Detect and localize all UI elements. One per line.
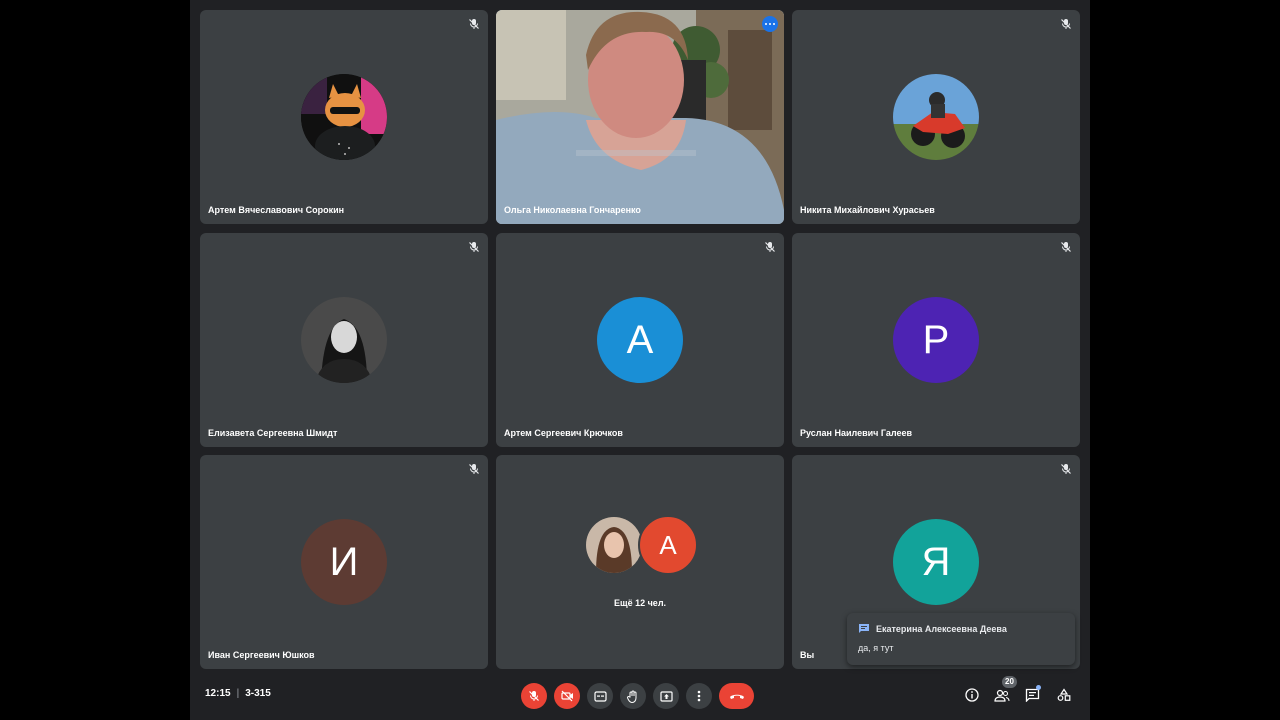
- participant-tile-speaking[interactable]: Ольга Николаевна Гончаренко: [496, 10, 784, 224]
- meeting-info: 12:15 | 3-315: [205, 688, 271, 699]
- mic-off-icon: [469, 242, 479, 252]
- end-call-icon: [729, 694, 744, 699]
- camera-off-icon: [560, 690, 573, 702]
- participant-tile[interactable]: А Артем Сергеевич Крючков: [496, 233, 784, 447]
- more-vert-icon: [697, 690, 701, 702]
- avatar-initial: А: [597, 297, 683, 383]
- participant-tile[interactable]: Елизавета Сергеевна Шмидт: [200, 233, 488, 447]
- avatar-initial: И: [301, 519, 387, 605]
- participant-name: Иван Сергеевич Юшков: [208, 650, 315, 660]
- people-icon: [994, 689, 1010, 702]
- mic-off-icon: [469, 464, 479, 474]
- avatar-photo-girl: [301, 297, 387, 383]
- participant-tile[interactable]: Никита Михайлович Хурасьев: [792, 10, 1080, 224]
- people-count-badge: 20: [1002, 676, 1017, 688]
- info-icon: [965, 688, 979, 702]
- participant-tile[interactable]: Р Руслан Наилевич Галеев: [792, 233, 1080, 447]
- present-screen-button[interactable]: [653, 683, 679, 709]
- chat-message: да, я тут: [858, 643, 894, 653]
- avatar-photo-others: [584, 515, 644, 575]
- participant-name: Руслан Наилевич Галеев: [800, 428, 913, 438]
- clock: 12:15: [205, 688, 231, 699]
- captions-button[interactable]: [587, 683, 613, 709]
- hand-icon: [627, 690, 637, 703]
- participant-tile[interactable]: И Иван Сергеевич Юшков: [200, 455, 488, 669]
- avatar-photo-cat: [301, 74, 387, 160]
- mic-off-icon: [1061, 19, 1071, 29]
- more-participants-label: Ещё 12 чел.: [613, 598, 667, 608]
- people-button[interactable]: [993, 686, 1011, 704]
- chat-notification[interactable]: Екатерина Алексеевна Деева да, я тут: [847, 613, 1075, 665]
- separator: |: [236, 688, 240, 699]
- participant-name: Артем Вячеславович Сорокин: [208, 205, 345, 215]
- chat-sender: Екатерина Алексеевна Деева: [876, 624, 1007, 634]
- camera-toggle-button[interactable]: [554, 683, 580, 709]
- mic-off-icon: [765, 242, 775, 252]
- closed-captions-icon: [593, 690, 607, 702]
- meet-window: Артем Вячеславович Сорокин Ольга Николае…: [190, 0, 1090, 720]
- participant-name: Ольга Николаевна Гончаренко: [504, 205, 641, 215]
- others-tile[interactable]: А Ещё 12 чел.: [496, 455, 784, 669]
- meeting-details-button[interactable]: [963, 686, 981, 704]
- avatar-photo-moto: [893, 74, 979, 160]
- participant-name: Артем Сергеевич Крючков: [504, 428, 623, 438]
- mic-off-icon: [529, 691, 539, 701]
- more-options-icon[interactable]: [762, 16, 778, 32]
- activities-button[interactable]: [1055, 686, 1073, 704]
- participant-name: Никита Михайлович Хурасьев: [800, 205, 935, 215]
- meeting-code: 3-315: [245, 688, 271, 699]
- activities-icon: [1057, 688, 1071, 701]
- mic-off-icon: [1061, 464, 1071, 474]
- mic-off-icon: [1061, 242, 1071, 252]
- unread-indicator: [1036, 685, 1041, 690]
- participant-name: Вы: [800, 650, 815, 660]
- more-options-button[interactable]: [686, 683, 712, 709]
- chat-icon: [1025, 688, 1039, 702]
- participant-name: Елизавета Сергеевна Шмидт: [208, 428, 338, 438]
- chat-icon: [859, 624, 869, 633]
- participant-video: [496, 10, 784, 224]
- avatar-initial: Я: [893, 519, 979, 605]
- present-screen-icon: [659, 690, 673, 702]
- participant-tile[interactable]: Артем Вячеславович Сорокин: [200, 10, 488, 224]
- raise-hand-button[interactable]: [620, 683, 646, 709]
- avatar-initial: А: [638, 515, 698, 575]
- leave-call-button[interactable]: [719, 683, 754, 709]
- mic-off-icon: [469, 19, 479, 29]
- bottom-toolbar: 12:15 | 3-315 20: [190, 672, 1090, 720]
- avatar-initial: Р: [893, 297, 979, 383]
- mic-toggle-button[interactable]: [521, 683, 547, 709]
